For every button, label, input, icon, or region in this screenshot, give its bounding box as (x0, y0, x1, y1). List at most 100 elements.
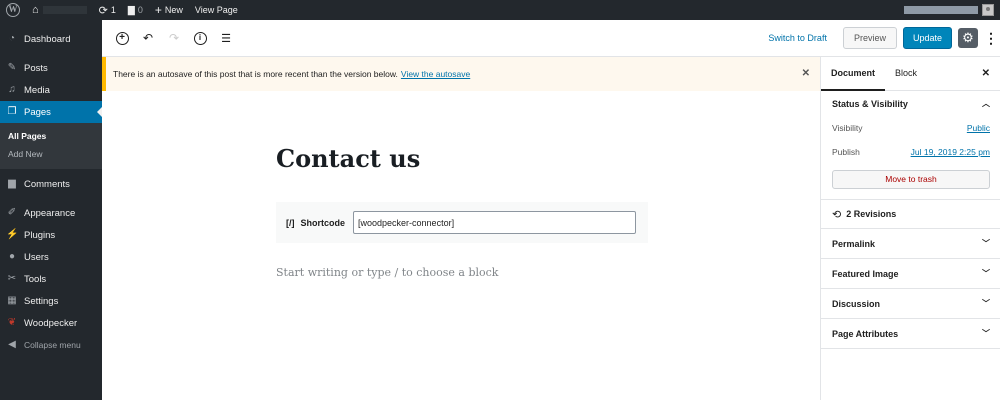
wordpress-logo-icon: W (6, 3, 20, 17)
notice-close-button[interactable]: ✕ (802, 68, 810, 79)
history-icon: ⟲ (832, 208, 842, 221)
status-visibility-toggle[interactable]: Status & Visibility ︿ (832, 91, 990, 116)
move-to-trash-button[interactable]: Move to trash (832, 170, 990, 189)
switch-to-draft-button[interactable]: Switch to Draft (768, 33, 827, 43)
block-appender-placeholder[interactable]: Start writing or type / to choose a bloc… (276, 266, 498, 279)
preview-button[interactable]: Preview (842, 27, 897, 49)
dashboard-icon: ◔ (8, 33, 16, 44)
menu-item-users[interactable]: ● Users (0, 246, 102, 268)
tab-document[interactable]: Document (821, 57, 886, 91)
settings-sidebar: Document Block ✕ Status & Visibility ︿ V… (820, 57, 1000, 400)
new-label: New (164, 5, 183, 15)
panel-title: Discussion (832, 298, 881, 309)
menu-item-plugins[interactable]: ⚡ Plugins (0, 224, 102, 246)
undo-button[interactable]: ↶ (138, 28, 158, 48)
menu-item-comments[interactable]: ▆ Comments (0, 173, 102, 195)
menu-item-media[interactable]: ♫ Media (0, 79, 102, 101)
menu-item-pages[interactable]: ❐ Pages (0, 101, 102, 123)
info-icon: i (193, 31, 207, 45)
settings-gear-button[interactable]: ⚙ (958, 28, 978, 48)
chevron-down-icon: ﹀ (982, 329, 990, 338)
list-icon: ☰ (221, 32, 231, 45)
permalink-panel-toggle[interactable]: Permalink ﹀ (821, 229, 1000, 259)
content-info-button[interactable]: i (190, 28, 210, 48)
menu-item-posts[interactable]: ✎ Posts (0, 57, 102, 79)
view-page-label: View Page (194, 5, 238, 15)
shortcode-input[interactable] (353, 211, 637, 234)
admin-bar: W ⌂ ⟳ 1 ▇ 0 + New View Page (0, 0, 1000, 20)
pages-icon: ❐ (7, 106, 17, 117)
plugin-icon: ⚡ (6, 229, 19, 240)
post-title[interactable]: Contact us (276, 144, 420, 173)
media-icon: ♫ (8, 84, 16, 95)
featured-image-panel-toggle[interactable]: Featured Image ﹀ (821, 259, 1000, 289)
woodpecker-icon: ❦ (7, 317, 17, 328)
new-content-menu[interactable]: + New (149, 0, 189, 20)
refresh-icon: ⟳ (98, 4, 108, 17)
site-home-menu[interactable]: ⌂ (26, 0, 93, 20)
plus-circle-icon: + (115, 31, 129, 45)
wrench-icon: ✂ (7, 273, 17, 284)
close-icon: ✕ (801, 68, 810, 79)
shortcode-icon: [/] (286, 217, 295, 228)
redo-button[interactable]: ↷ (164, 28, 184, 48)
avatar (982, 4, 994, 16)
revisions-link[interactable]: ⟲ 2 Revisions (821, 200, 1000, 229)
menu-item-appearance[interactable]: ✐ Appearance (0, 202, 102, 224)
shortcode-block[interactable]: [/] Shortcode (276, 202, 648, 243)
menu-item-dashboard[interactable]: ◔ Dashboard (0, 28, 102, 50)
brush-icon: ✐ (7, 207, 17, 218)
shortcode-label: Shortcode (300, 217, 346, 228)
comments-menu[interactable]: ▇ 0 (122, 0, 149, 20)
menu-item-label: Tools (24, 273, 47, 285)
publish-row: Publish Jul 19, 2019 2:25 pm (832, 140, 990, 164)
autosave-notice: There is an autosave of this post that i… (102, 57, 820, 91)
panel-title: Status & Visibility (832, 98, 908, 109)
visibility-row: Visibility Public (832, 116, 990, 140)
site-name (42, 6, 87, 14)
comments-count: 0 (137, 5, 143, 15)
settings-icon: ▦ (7, 295, 17, 306)
menu-item-label: Users (24, 251, 49, 263)
collapse-menu-button[interactable]: ◀ Collapse menu (0, 334, 102, 356)
menu-item-label: Pages (24, 106, 51, 118)
add-block-button[interactable]: + (112, 28, 132, 48)
view-autosave-link[interactable]: View the autosave (401, 69, 470, 79)
block-navigation-button[interactable]: ☰ (216, 28, 236, 48)
updates-menu[interactable]: ⟳ 1 (93, 0, 122, 20)
comment-bubble-icon: ▇ (127, 4, 135, 15)
chevron-down-icon: ﹀ (982, 299, 990, 308)
pages-submenu: All Pages Add New (0, 123, 102, 169)
user-display-name (904, 6, 978, 14)
tab-block[interactable]: Block (885, 57, 927, 91)
plus-icon: + (154, 3, 162, 17)
admin-menu: ◔ Dashboard ✎ Posts ♫ Media ❐ Pages All Page… (0, 20, 102, 400)
publish-date-toggle[interactable]: Jul 19, 2019 2:25 pm (911, 147, 990, 157)
editor-canvas: Contact us [/] Shortcode Start writing o… (102, 91, 820, 400)
my-account-menu[interactable] (904, 0, 1000, 20)
menu-item-tools[interactable]: ✂ Tools (0, 268, 102, 290)
chevron-down-icon: ﹀ (982, 239, 990, 248)
users-icon: ● (8, 251, 16, 262)
menu-item-settings[interactable]: ▦ Settings (0, 290, 102, 312)
menu-item-label: Posts (24, 62, 48, 74)
notice-text: There is an autosave of this post that i… (113, 69, 398, 79)
redo-icon: ↷ (168, 31, 180, 45)
submenu-add-new[interactable]: Add New (0, 145, 102, 163)
wp-logo-menu[interactable]: W (0, 0, 26, 20)
more-menu-button[interactable]: ⋮ (984, 31, 998, 45)
panel-title: Featured Image (832, 268, 899, 279)
panel-title: Page Attributes (832, 328, 899, 339)
menu-item-woodpecker[interactable]: ❦ Woodpecker (0, 312, 102, 334)
menu-item-label: Settings (24, 295, 59, 307)
updates-count: 1 (110, 5, 116, 15)
menu-item-label: Plugins (24, 229, 56, 241)
comments-icon: ▆ (8, 178, 16, 189)
discussion-panel-toggle[interactable]: Discussion ﹀ (821, 289, 1000, 319)
page-attributes-panel-toggle[interactable]: Page Attributes ﹀ (821, 319, 1000, 349)
view-page-link[interactable]: View Page (189, 0, 244, 20)
submenu-all-pages[interactable]: All Pages (0, 127, 102, 145)
close-sidebar-button[interactable]: ✕ (982, 68, 990, 79)
visibility-toggle[interactable]: Public (967, 123, 990, 133)
update-button[interactable]: Update (902, 27, 952, 49)
